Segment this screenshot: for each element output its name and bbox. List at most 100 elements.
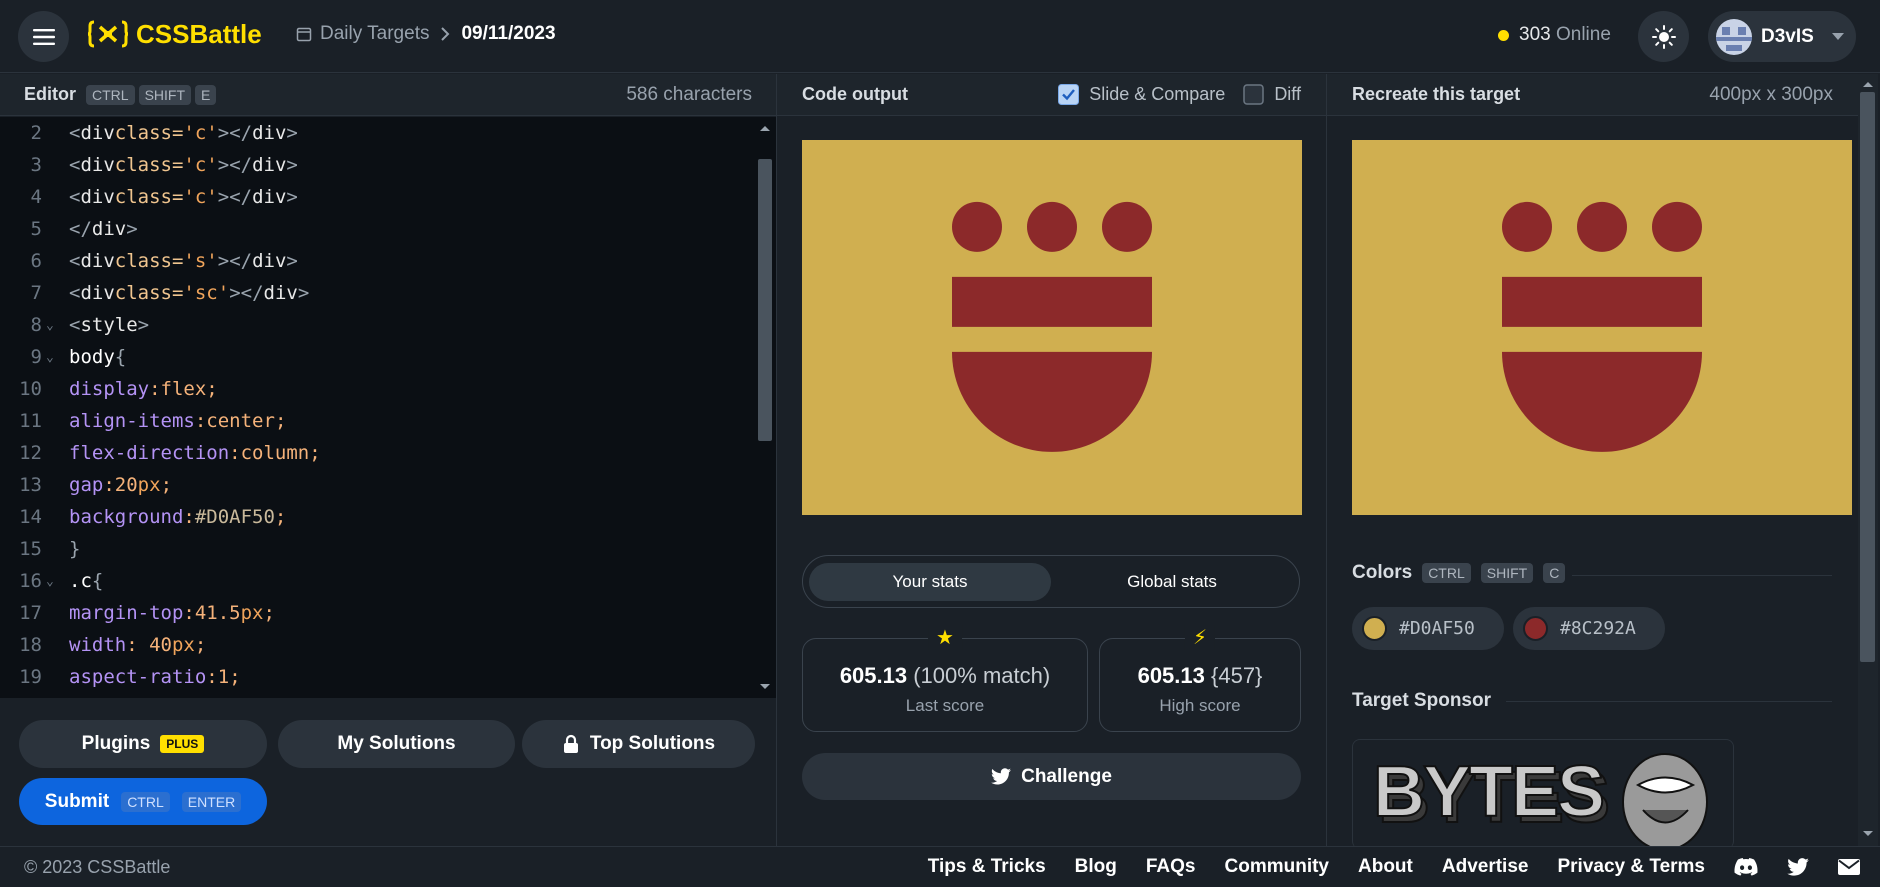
twitter-icon xyxy=(991,768,1012,785)
section-divider xyxy=(1572,575,1832,576)
output-drawing xyxy=(952,201,1152,452)
footer-link-faqs[interactable]: FAQs xyxy=(1146,856,1196,878)
plugins-button[interactable]: Plugins PLUS xyxy=(19,720,267,768)
color-dot xyxy=(1362,616,1387,641)
code-line: 11 align-items: center; xyxy=(19,410,287,432)
target-size: 400px x 300px xyxy=(1709,83,1833,105)
kbd-ctrl: CTRL xyxy=(1422,563,1471,583)
copyright: © 2023 CSSBattle xyxy=(24,857,171,877)
colors-title: Colors xyxy=(1352,562,1413,583)
tab-global-stats[interactable]: Global stats xyxy=(1051,563,1293,601)
editor-header: Editor CTRL SHIFT E 586 characters xyxy=(0,74,776,116)
hamburger-icon xyxy=(32,28,55,45)
avatar xyxy=(1716,18,1752,55)
mail-icon[interactable] xyxy=(1838,859,1860,875)
app-root: CSSBattle Daily Targets 09/11/2023 303 O… xyxy=(0,0,1880,887)
svg-text:BYTES: BYTES xyxy=(1373,752,1603,832)
challenge-label: Challenge xyxy=(1021,765,1112,787)
editor-title: Editor xyxy=(24,84,76,104)
scroll-down-icon[interactable] xyxy=(759,683,771,691)
sponsor-section-title: Target Sponsor xyxy=(1352,690,1491,712)
kbd-ctrl: CTRL xyxy=(86,85,135,105)
code-line: 3 < div class='c' ></div > xyxy=(30,154,298,176)
sponsor-banner[interactable]: BYTES BYTES xyxy=(1352,739,1734,849)
online-count: 303 xyxy=(1519,24,1551,45)
footer-link-community[interactable]: Community xyxy=(1225,856,1330,878)
code-line: 16 ⌄ .c { xyxy=(19,570,104,592)
footer-link-blog[interactable]: Blog xyxy=(1075,856,1117,878)
stats-tabs: Your stats Global stats xyxy=(802,555,1300,608)
challenge-button[interactable]: Challenge xyxy=(802,753,1301,800)
code-output-canvas[interactable] xyxy=(802,140,1302,515)
breadcrumb-daily-targets[interactable]: Daily Targets xyxy=(296,23,429,45)
code-line: 15 } xyxy=(19,538,81,560)
scroll-up-icon[interactable] xyxy=(759,124,771,132)
scroll-down-icon[interactable] xyxy=(1862,830,1874,838)
footer-link-privacy[interactable]: Privacy & Terms xyxy=(1557,856,1705,878)
logo-text: CSSBattle xyxy=(136,18,262,49)
top-solutions-label: Top Solutions xyxy=(589,733,716,754)
star-icon: ★ xyxy=(928,625,962,650)
twitter-icon[interactable] xyxy=(1787,858,1809,876)
code-editor[interactable]: 2 < div class='c' ></div > 3 < div class='c' ><… xyxy=(0,117,776,698)
target-drawing xyxy=(1502,201,1702,452)
plugins-label: Plugins xyxy=(81,733,151,754)
code-line: 8 ⌄ < style > xyxy=(30,314,150,336)
code-line: 10 display: flex; xyxy=(19,378,218,400)
my-solutions-button[interactable]: My Solutions xyxy=(278,720,515,768)
page-scroll-thumb[interactable] xyxy=(1860,92,1875,662)
target-header: Recreate this target 400px x 300px xyxy=(1327,74,1858,116)
sun-icon xyxy=(1651,24,1676,49)
footer-link-advertise[interactable]: Advertise xyxy=(1442,856,1529,878)
online-status: 303 Online xyxy=(1498,24,1611,46)
tab-your-stats[interactable]: Your stats xyxy=(809,562,1051,601)
fold-icon: ⌄ xyxy=(46,317,54,333)
color-hex: #D0AF50 xyxy=(1399,618,1475,639)
fold-icon: ⌄ xyxy=(46,573,54,589)
color-swatch[interactable]: #D0AF50 xyxy=(1352,607,1504,650)
last-score-match: (100% match) xyxy=(913,663,1051,688)
editor-scroll-thumb[interactable] xyxy=(758,159,772,441)
breadcrumb-section-label: Daily Targets xyxy=(320,23,430,44)
logo[interactable]: CSSBattle xyxy=(88,18,262,50)
slide-compare-label: Slide & Compare xyxy=(1089,84,1226,104)
scroll-up-icon[interactable] xyxy=(1862,80,1874,88)
code-line: 2 < div class='c' ></div > xyxy=(30,122,298,144)
online-label: Online xyxy=(1555,24,1611,45)
section-divider xyxy=(1506,701,1832,702)
discord-icon[interactable] xyxy=(1734,858,1758,876)
sponsor-title: Target Sponsor xyxy=(1352,690,1491,711)
menu-button[interactable] xyxy=(18,11,69,62)
char-count: 586 characters xyxy=(626,83,752,105)
color-dot xyxy=(1523,616,1548,641)
footer-link-about[interactable]: About xyxy=(1358,856,1413,878)
kbd-ctrl: CTRL xyxy=(121,791,170,812)
code-line: 9 ⌄ body{ xyxy=(30,346,127,368)
last-score-label: Last score xyxy=(905,696,985,715)
submit-button[interactable]: Submit CTRL ENTER xyxy=(19,778,267,825)
sponsor-logo: BYTES BYTES xyxy=(1372,751,1708,849)
slide-compare-toggle[interactable]: Slide & Compare xyxy=(1058,84,1225,105)
top-solutions-button[interactable]: Top Solutions xyxy=(522,720,755,768)
color-hex: #8C292A xyxy=(1560,618,1636,639)
target-canvas xyxy=(1352,140,1852,515)
kbd-shift: SHIFT xyxy=(138,85,192,105)
breadcrumb: Daily Targets 09/11/2023 xyxy=(296,23,556,45)
top-bar: CSSBattle Daily Targets 09/11/2023 303 O… xyxy=(0,0,1880,73)
code-line: 14 background: #D0AF50; xyxy=(19,506,287,528)
divider xyxy=(1326,74,1327,846)
divider xyxy=(776,74,777,846)
last-score-value: 605.13 xyxy=(839,663,908,688)
footer-link-tips[interactable]: Tips & Tricks xyxy=(928,856,1046,878)
calendar-icon xyxy=(296,27,312,42)
color-swatch[interactable]: #8C292A xyxy=(1513,607,1665,650)
user-menu[interactable]: D3vIS xyxy=(1708,11,1856,62)
plus-badge: PLUS xyxy=(160,735,205,753)
diff-toggle[interactable]: Diff xyxy=(1243,84,1301,105)
theme-toggle-button[interactable] xyxy=(1638,11,1689,62)
breadcrumb-current: 09/11/2023 xyxy=(461,23,556,44)
footer: © 2023 CSSBattle Tips & Tricks Blog FAQs… xyxy=(0,846,1880,887)
footer-links: Tips & Tricks Blog FAQs Community About … xyxy=(928,856,1860,878)
checkbox-checked-icon[interactable] xyxy=(1058,84,1080,105)
checkbox-icon[interactable] xyxy=(1243,84,1265,105)
